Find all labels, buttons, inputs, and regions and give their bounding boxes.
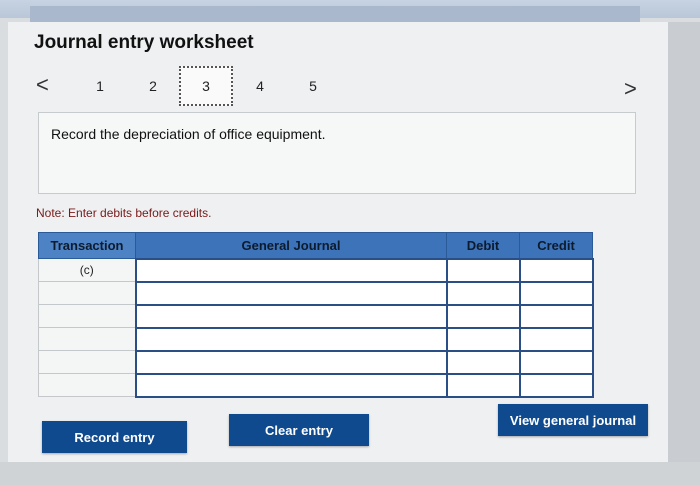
note-text: Note: Enter debits before credits.: [36, 206, 212, 220]
credit-cell[interactable]: [518, 372, 594, 398]
general-journal-cell[interactable]: [134, 303, 448, 329]
prompt-text: Record the depreciation of office equipm…: [51, 126, 326, 142]
debit-input[interactable]: [447, 374, 519, 396]
clear-entry-button[interactable]: Clear entry: [229, 414, 369, 446]
credit-cell[interactable]: [518, 280, 594, 306]
debit-input[interactable]: [447, 282, 519, 304]
chevron-right-icon[interactable]: >: [624, 78, 637, 100]
transaction-cell: [38, 373, 136, 397]
account-input[interactable]: [136, 351, 446, 373]
account-input[interactable]: [136, 374, 446, 396]
credit-cell[interactable]: [518, 349, 594, 375]
account-input[interactable]: [136, 328, 446, 350]
header-transaction: Transaction: [38, 232, 136, 259]
debit-input[interactable]: [447, 328, 519, 350]
prompt-box: Record the depreciation of office equipm…: [38, 112, 636, 194]
right-edge: [668, 22, 700, 485]
header-debit: Debit: [446, 232, 520, 259]
transaction-cell: [38, 304, 136, 328]
debit-input[interactable]: [447, 305, 519, 327]
credit-input[interactable]: [520, 374, 592, 396]
page-4[interactable]: 4: [250, 78, 270, 94]
table-row: [38, 349, 594, 375]
general-journal-cell[interactable]: [134, 257, 448, 283]
debit-cell[interactable]: [445, 326, 521, 352]
credit-input[interactable]: [520, 282, 592, 304]
transaction-cell: [38, 350, 136, 374]
credit-input[interactable]: [520, 305, 592, 327]
table-row: [38, 280, 594, 306]
general-journal-cell[interactable]: [134, 372, 448, 398]
transaction-cell: (c): [38, 258, 136, 282]
table-header-row: Transaction General Journal Debit Credit: [38, 232, 593, 259]
transaction-cell: [38, 281, 136, 305]
debit-cell[interactable]: [445, 257, 521, 283]
general-journal-cell[interactable]: [134, 326, 448, 352]
credit-cell[interactable]: [518, 326, 594, 352]
account-input[interactable]: [136, 305, 446, 327]
debit-cell[interactable]: [445, 303, 521, 329]
debit-input[interactable]: [447, 259, 519, 281]
chevron-left-icon[interactable]: <: [36, 74, 49, 96]
header-credit: Credit: [519, 232, 593, 259]
journal-table: Transaction General Journal Debit Credit…: [38, 232, 594, 398]
table-row: [38, 326, 594, 352]
debit-cell[interactable]: [445, 349, 521, 375]
credit-input[interactable]: [520, 259, 592, 281]
transaction-cell: [38, 327, 136, 351]
debit-input[interactable]: [447, 351, 519, 373]
credit-cell[interactable]: [518, 303, 594, 329]
account-input[interactable]: [136, 282, 446, 304]
header-general-journal: General Journal: [135, 232, 447, 259]
general-journal-cell[interactable]: [134, 349, 448, 375]
debit-cell[interactable]: [445, 372, 521, 398]
page-3-active[interactable]: 3: [179, 66, 233, 106]
table-row: [38, 303, 594, 329]
record-entry-button[interactable]: Record entry: [42, 421, 187, 453]
general-journal-cell[interactable]: [134, 280, 448, 306]
debit-cell[interactable]: [445, 280, 521, 306]
credit-cell[interactable]: [518, 257, 594, 283]
account-input[interactable]: [136, 259, 446, 281]
credit-input[interactable]: [520, 351, 592, 373]
bottom-edge: [0, 462, 700, 485]
page-title: Journal entry worksheet: [34, 32, 254, 53]
credit-input[interactable]: [520, 328, 592, 350]
page-2[interactable]: 2: [143, 78, 163, 94]
table-row: (c): [38, 257, 594, 283]
page-1[interactable]: 1: [90, 78, 110, 94]
table-row: [38, 372, 594, 398]
view-general-journal-button[interactable]: View general journal: [498, 404, 648, 436]
page-5[interactable]: 5: [303, 78, 323, 94]
